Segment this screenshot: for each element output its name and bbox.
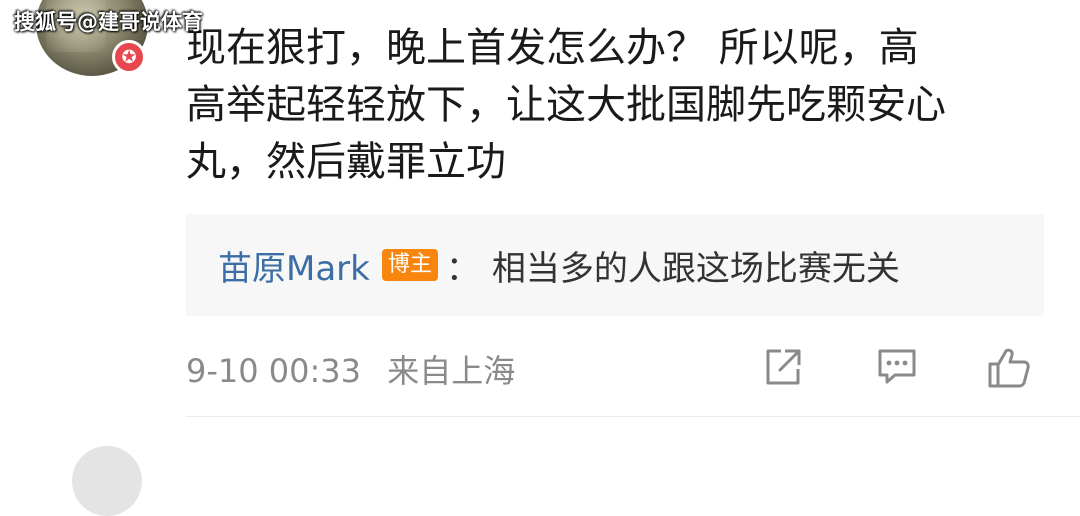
- comment-text: 现在狠打，晚上首发怎么办？ 所以呢，高 高举起轻轻放下，让这大批国脚先吃颗安心 …: [186, 20, 1046, 191]
- verified-badge-icon: ✪: [112, 40, 146, 74]
- divider: [186, 416, 1080, 417]
- comment-icon: [878, 349, 916, 384]
- like-icon: [988, 348, 1030, 388]
- comment-location: 来自上海: [387, 352, 516, 390]
- comment-line: 高举起轻轻放下，让这大批国脚先吃颗安心: [186, 82, 946, 128]
- watermark-text: 搜狐号@建哥说体育: [14, 10, 203, 34]
- comment-meta: 9-10 00:33 来自上海: [186, 346, 515, 392]
- comment-line: 丸，然后戴罪立功: [186, 139, 506, 185]
- comment-button[interactable]: [874, 344, 920, 390]
- quote-text: 相当多的人跟这场比赛无关: [491, 248, 900, 289]
- comment-line: 现在狠打，晚上首发怎么办？ 所以呢，高: [186, 25, 919, 71]
- blogger-tag: 博主: [381, 249, 438, 281]
- comment-timestamp: 9-10 00:33: [186, 352, 362, 390]
- next-comment-avatar[interactable]: [72, 446, 142, 516]
- share-button[interactable]: [760, 344, 806, 390]
- like-button[interactable]: [986, 344, 1032, 390]
- quoted-reply[interactable]: 苗原Mark 博主 ： 相当多的人跟这场比赛无关: [186, 214, 1044, 316]
- quote-author-link[interactable]: 苗原Mark: [218, 241, 370, 290]
- share-icon: [766, 349, 801, 385]
- quote-separator: ：: [445, 248, 480, 289]
